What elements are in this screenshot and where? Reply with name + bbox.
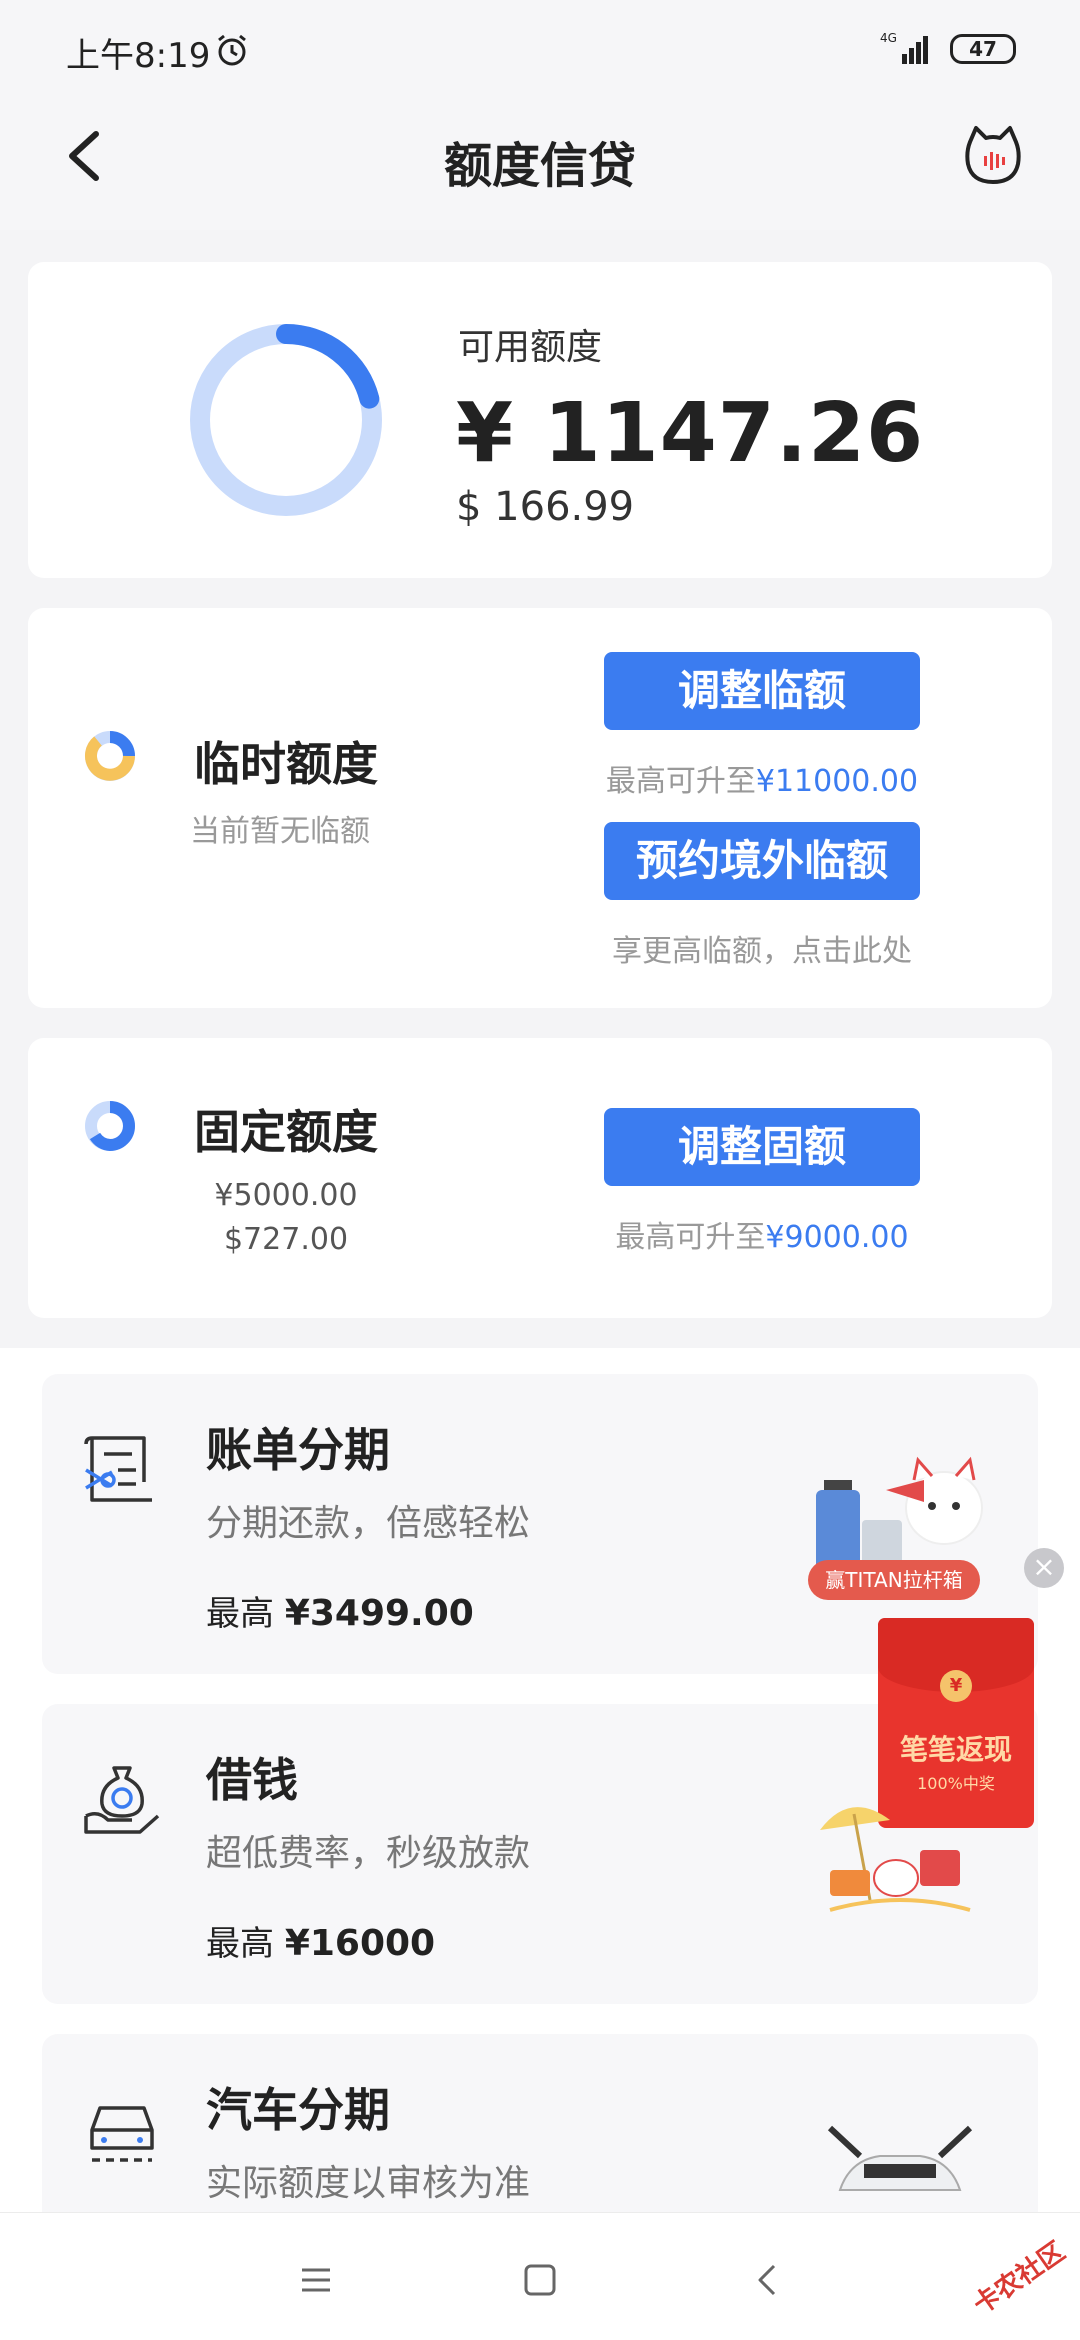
temporary-credit-title: 临时额度	[194, 737, 378, 791]
borrow-money-title: 借钱	[206, 1753, 298, 1807]
available-credit-donut-chart	[190, 324, 382, 516]
close-promo-icon[interactable]: ×	[1024, 1548, 1064, 1588]
network-label: 4G	[880, 31, 897, 45]
max-prefix: 最高	[206, 1594, 285, 1634]
available-credit-label: 可用额度	[458, 327, 603, 368]
borrow-money-max: 最高 ¥16000	[206, 1916, 435, 1965]
bill-installment-subtitle: 分期还款，倍感轻松	[206, 1503, 531, 1544]
home-square-icon[interactable]	[520, 2260, 560, 2300]
temporary-credit-subtitle: 当前暂无临额	[190, 814, 370, 849]
adjust-fixed-credit-button[interactable]: 调整固额	[604, 1108, 920, 1186]
promo-luggage-tag[interactable]: 赢TITAN拉杆箱	[808, 1560, 980, 1600]
reserve-overseas-credit-button[interactable]: 预约境外临额	[604, 822, 920, 900]
car-installment-title: 汽车分期	[206, 2083, 390, 2137]
hint-amount: ¥11000.00	[755, 764, 919, 799]
beach-cat-promo-image[interactable]	[810, 1790, 990, 1920]
temporary-credit-pie-icon	[85, 731, 135, 781]
fixed-credit-usd: $727.00	[223, 1222, 349, 1257]
available-credit-usd: $ 166.99	[456, 484, 635, 530]
bill-installment-icon	[84, 1436, 152, 1502]
hint-amount: ¥9000.00	[765, 1220, 909, 1255]
donut-used-arc	[276, 324, 380, 409]
tesla-car-image	[827, 2125, 973, 2191]
adjust-temporary-credit-button[interactable]: 调整临额	[604, 652, 920, 730]
alarm-clock-icon	[218, 34, 246, 66]
temporary-adjust-hint: 最高可升至¥11000.00	[562, 756, 962, 800]
page-title: 额度信贷	[443, 138, 636, 194]
max-amount: ¥16000	[284, 1923, 436, 1964]
reserve-overseas-hint[interactable]: 享更高临额，点击此处	[562, 926, 962, 970]
fixed-credit-pie-icon	[85, 1101, 136, 1152]
bill-installment-max: 最高 ¥3499.00	[206, 1586, 474, 1635]
max-prefix: 最高	[206, 1924, 285, 1964]
menu-icon[interactable]	[296, 2260, 336, 2300]
coin-icon: ¥	[940, 1670, 972, 1702]
system-back-icon[interactable]	[748, 2260, 788, 2300]
battery-indicator: 47	[950, 34, 1016, 64]
signal-icon: 4G	[880, 31, 928, 64]
max-amount: ¥3499.00	[284, 1593, 474, 1634]
status-bar: 上午8:19 4G 47	[0, 0, 1080, 100]
customer-service-cat-icon[interactable]	[960, 122, 1026, 188]
fixed-adjust-hint: 最高可升至¥9000.00	[562, 1212, 962, 1256]
available-credit-cny: ¥ 1147.26	[456, 386, 925, 481]
money-bag-hand-icon	[84, 1766, 160, 1834]
status-time: 上午8:19	[66, 36, 211, 76]
hint-prefix: 最高可升至	[615, 1220, 766, 1255]
fixed-credit-cny: ¥5000.00	[214, 1178, 358, 1213]
fixed-credit-title: 固定额度	[194, 1105, 378, 1159]
car-installment-subtitle: 实际额度以审核为准	[206, 2163, 531, 2204]
car-icon	[90, 2106, 154, 2162]
bill-installment-title: 账单分期	[206, 1423, 390, 1477]
hint-prefix: 最高可升至	[605, 764, 756, 799]
red-packet-title: 笔笔返现	[899, 1733, 1012, 1766]
borrow-money-subtitle: 超低费率，秒级放款	[206, 1833, 531, 1874]
